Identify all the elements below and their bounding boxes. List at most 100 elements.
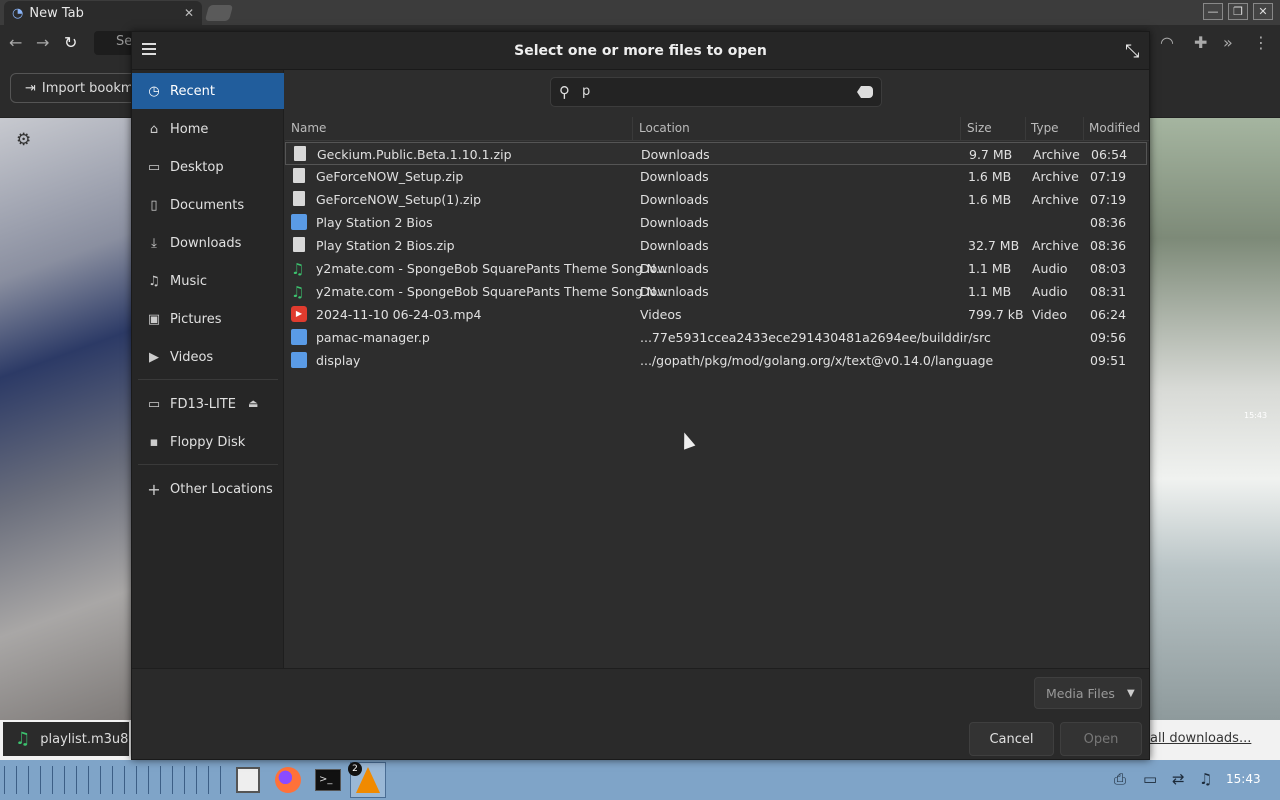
file-row[interactable]: pamac-manager.p ...77e5931ccea2433ece291… [285,326,1147,349]
column-header-type[interactable]: Type [1031,121,1059,135]
tab-close-icon[interactable]: ✕ [184,6,194,20]
background-image-left [0,118,131,720]
file-location: Videos [640,307,682,322]
close-window-button[interactable]: ✕ [1253,3,1273,20]
audio-file-icon: ♫ [291,283,305,301]
audio-file-icon: ♫ [291,260,305,278]
file-size: 1.6 MB [968,169,1012,184]
file-type: Audio [1032,261,1068,276]
file-row[interactable]: Play Station 2 Bios Downloads 08:36 [285,211,1147,234]
file-name: GeForceNOW_Setup(1).zip [316,192,482,207]
archive-file-icon [293,237,305,252]
file-modified: 09:51 [1090,353,1127,368]
sidebar-item-other-locations[interactable]: + Other Locations [132,471,284,507]
show-all-downloads-link[interactable]: all downloads... [1150,731,1251,746]
omnibox[interactable]: Se [94,31,134,55]
eject-icon[interactable]: ⏏ [248,397,258,410]
restore-button[interactable]: ❐ [1228,3,1248,20]
network-icon[interactable]: ⇄ [1172,770,1185,788]
file-name: Play Station 2 Bios.zip [316,238,455,253]
browser-menu-icon[interactable]: ⋮ [1253,33,1269,52]
column-header-name[interactable]: Name [291,121,326,135]
sidebar-item-label: Recent [170,83,215,99]
sidebar-item-floppy-disk[interactable]: ▪ Floppy Disk [132,424,284,460]
search-icon: ⚲ [559,83,570,101]
taskbar: >_ [0,760,1280,800]
terminal-taskbar-button[interactable]: >_ [310,762,346,798]
sidebar-item-videos[interactable]: ▶ Videos [132,339,284,375]
file-type: Archive [1032,169,1079,184]
minimize-button[interactable]: — [1203,3,1223,20]
column-header-size[interactable]: Size [967,121,992,135]
file-row[interactable]: ▶ 2024-11-10 06-24-03.mp4 Videos 799.7 k… [285,303,1147,326]
folder-icon [291,352,307,368]
forward-icon[interactable]: → [36,33,49,52]
browser-tab[interactable]: ◔ New Tab ✕ [4,1,202,25]
volume-music-icon[interactable]: ♫ [1199,770,1212,788]
reload-icon[interactable]: ↻ [64,33,77,52]
overlay-time: 15:43 [1244,411,1268,420]
cancel-button[interactable]: Cancel [969,722,1054,756]
sidebar-item-documents[interactable]: ▯ Documents [132,187,284,223]
file-row[interactable]: display .../gopath/pkg/mod/golang.org/x/… [285,349,1147,372]
sidebar-item-label: Documents [170,197,245,213]
sidebar-item-label: Videos [170,349,214,365]
file-manager-taskbar-button[interactable] [230,762,266,798]
dialog-close-icon[interactable]: ⤡ [1125,41,1139,62]
file-row[interactable]: GeForceNOW_Setup(1).zip Downloads 1.6 MB… [285,188,1147,211]
file-row[interactable]: GeForceNOW_Setup.zip Downloads 1.6 MB Ar… [285,165,1147,188]
file-row[interactable]: ♫ y2mate.com - SpongeBob SquarePants The… [285,257,1147,280]
search-input[interactable]: p [582,84,590,99]
chrome-logo-icon: ◔ [12,5,24,21]
plus-icon: + [147,479,161,499]
file-size: 1.1 MB [968,261,1012,276]
workspace-switcher[interactable] [4,766,226,794]
file-cabinet-icon [236,767,260,793]
download-item[interactable]: ♫ playlist.m3u8 [3,722,129,756]
file-type-filter-dropdown[interactable]: Media Files ▼ [1034,677,1142,709]
gear-icon[interactable]: ⚙ [16,130,31,150]
sidebar-item-desktop[interactable]: ▭ Desktop [132,149,284,185]
open-button[interactable]: Open [1060,722,1142,756]
printer-icon[interactable]: ⎙ [1114,770,1126,788]
clear-search-icon[interactable] [857,86,873,98]
column-divider [960,117,961,141]
search-field[interactable]: ⚲ p [550,77,882,107]
more-tools-icon[interactable]: » [1223,33,1233,52]
clock-icon: ◷ [148,83,160,99]
sidebar-item-label: FD13-LITE [170,396,236,412]
file-name: 2024-11-10 06-24-03.mp4 [316,307,482,322]
file-row[interactable]: ♫ y2mate.com - SpongeBob SquarePants The… [285,280,1147,303]
file-row[interactable]: Play Station 2 Bios.zip Downloads 32.7 M… [285,234,1147,257]
tab-title: New Tab [29,5,84,21]
file-location: Downloads [640,261,709,276]
file-row[interactable]: Geckium.Public.Beta.1.10.1.zip Downloads… [285,142,1147,165]
sidebar-item-label: Desktop [170,159,224,175]
firefox-taskbar-button[interactable] [270,762,306,798]
file-name: display [316,353,361,368]
sidebar-item-home[interactable]: ⌂ Home [132,111,284,147]
file-modified: 08:36 [1090,238,1127,253]
file-size: 9.7 MB [969,147,1013,162]
file-modified: 06:54 [1091,147,1128,162]
sidebar-item-recent[interactable]: ◷ Recent [132,73,284,109]
sidebar-item-pictures[interactable]: ▣ Pictures [132,301,284,337]
video-icon: ▶ [149,349,159,365]
display-icon[interactable]: ▭ [1143,770,1157,788]
sidebar-item-music[interactable]: ♫ Music [132,263,284,299]
new-tab-button[interactable] [204,5,234,21]
drive-icon: ▭ [147,396,161,412]
places-sidebar: ◷ Recent ⌂ Home ▭ Desktop ▯ Documents ⤓ … [132,70,284,668]
sidebar-item-fd13-lite[interactable]: ▭ FD13-LITE [132,386,284,422]
back-icon[interactable]: ← [9,33,22,52]
extensions-icon[interactable]: ✚ [1194,33,1207,52]
column-header-modified[interactable]: Modified [1089,121,1140,135]
column-divider [1025,117,1026,141]
folder-icon [291,329,307,345]
omnibox-text: Se [116,34,133,49]
file-size: 799.7 kB [968,307,1024,322]
account-icon[interactable]: ◠ [1160,33,1174,52]
column-header-location[interactable]: Location [639,121,690,135]
download-item-label: playlist.m3u8 [40,731,129,747]
sidebar-item-downloads[interactable]: ⤓ Downloads [132,225,284,261]
